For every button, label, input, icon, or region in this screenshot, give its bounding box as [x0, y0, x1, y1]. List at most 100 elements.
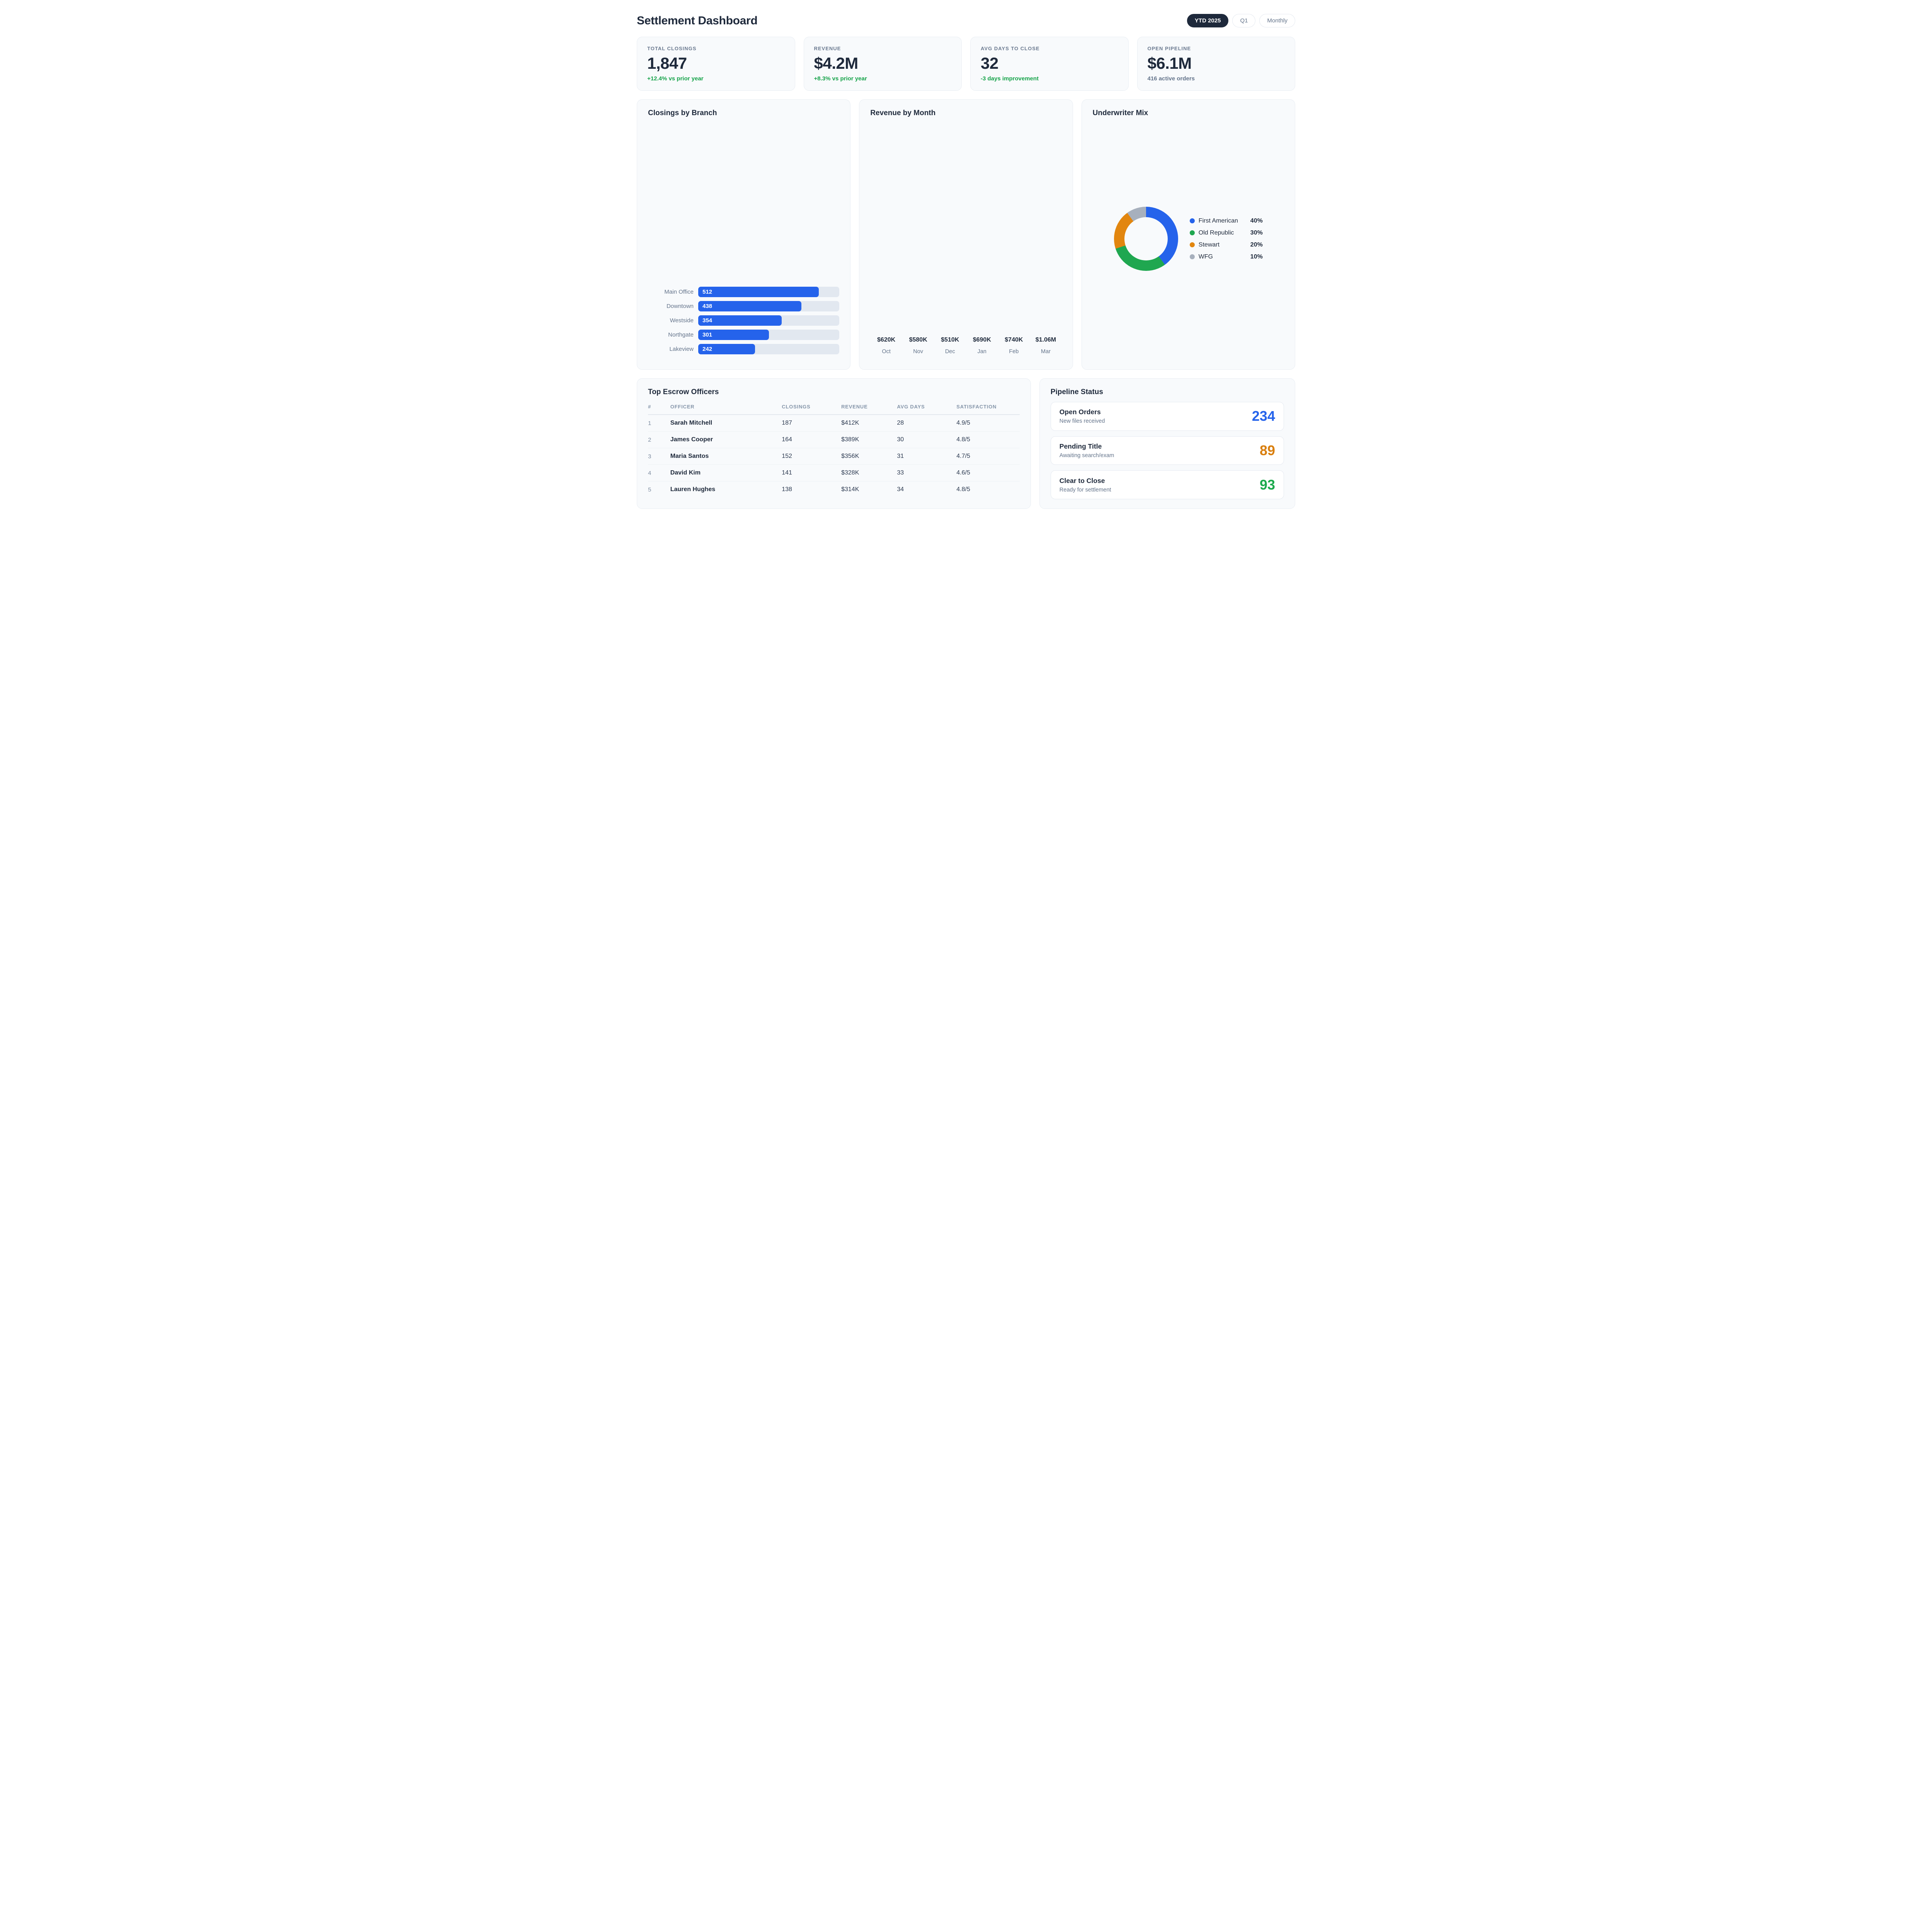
cell-avg-days: 28: [897, 415, 956, 432]
month-col-mar: $1.06M Mar: [1030, 337, 1062, 355]
kpi-label: OPEN PIPELINE: [1148, 46, 1285, 51]
bar-label: Westside: [648, 317, 694, 324]
donut-chart: [1114, 207, 1178, 271]
cell-closings: 138: [782, 481, 841, 498]
kpi-delta: +12.4% vs prior year: [647, 75, 785, 82]
bar-label: Lakeview: [648, 346, 694, 352]
bar-track: 242: [698, 344, 839, 354]
bar-row-northgate: Northgate 301: [648, 328, 839, 342]
revenue-by-month-card: Revenue by Month $620K Oct $580K Nov $51…: [859, 99, 1073, 370]
plot-area-empty: [870, 117, 1061, 337]
month-col-jan: $690K Jan: [966, 337, 998, 355]
cell-officer: Sarah Mitchell: [670, 415, 782, 432]
month-label: Dec: [934, 349, 966, 355]
pipeline-item-count: 89: [1260, 442, 1275, 459]
kpi-label: TOTAL CLOSINGS: [647, 46, 785, 51]
bar-track: 438: [698, 301, 839, 311]
column-header-rank: #: [648, 400, 670, 415]
kpi-label: AVG DAYS TO CLOSE: [981, 46, 1118, 51]
cell-avg-days: 33: [897, 465, 956, 481]
cell-avg-days: 31: [897, 448, 956, 465]
kpi-label: REVENUE: [814, 46, 952, 51]
cell-rank: 3: [648, 448, 670, 465]
bar-row-main-office: Main Office 512: [648, 285, 839, 299]
table-row: 4 David Kim 141 $328K 33 4.6/5: [648, 465, 1020, 481]
month-label: Nov: [902, 349, 934, 355]
pipeline-item-count: 93: [1260, 477, 1275, 493]
cell-avg-days: 34: [897, 481, 956, 498]
column-header-closings: CLOSINGS: [782, 400, 841, 415]
kpi-open-pipeline: OPEN PIPELINE $6.1M 416 active orders: [1137, 37, 1296, 91]
legend-row-wfg: WFG 10%: [1190, 253, 1263, 261]
legend-pct: 10%: [1250, 253, 1263, 260]
topbar: Settlement Dashboard YTD 2025 Q1 Monthly: [637, 14, 1295, 27]
time-filter-group: YTD 2025 Q1 Monthly: [1187, 14, 1295, 27]
plot-area-empty: [648, 117, 839, 285]
pipeline-item-count: 234: [1252, 408, 1275, 424]
revenue-month-labels: $620K Oct $580K Nov $510K Dec $690K Jan …: [870, 337, 1061, 360]
month-value: $1.06M: [1030, 337, 1062, 344]
bar-row-downtown: Downtown 438: [648, 299, 839, 313]
donut-area: First American 40% Old Republic 30% Stew…: [1093, 117, 1284, 360]
cell-officer: David Kim: [670, 465, 782, 481]
kpi-value: $6.1M: [1148, 55, 1285, 72]
table-row: 5 Lauren Hughes 138 $314K 34 4.8/5: [648, 481, 1020, 498]
bar-value: 354: [702, 317, 712, 324]
cell-revenue: $328K: [841, 465, 897, 481]
filter-monthly[interactable]: Monthly: [1259, 14, 1295, 27]
kpi-avg-days-to-close: AVG DAYS TO CLOSE 32 -3 days improvement: [970, 37, 1129, 91]
legend-dot-icon: [1190, 218, 1195, 223]
legend-name: WFG: [1199, 253, 1247, 260]
bar-row-westside: Westside 354: [648, 313, 839, 328]
kpi-value: $4.2M: [814, 55, 952, 72]
bar-label: Main Office: [648, 289, 694, 295]
cell-officer: Maria Santos: [670, 448, 782, 465]
month-value: $740K: [998, 337, 1030, 344]
page-title: Settlement Dashboard: [637, 14, 757, 27]
filter-q1[interactable]: Q1: [1232, 14, 1255, 27]
pipeline-list: Open Orders New files received 234 Pendi…: [1051, 402, 1284, 499]
cell-closings: 164: [782, 432, 841, 448]
legend-row-stewart: Stewart 20%: [1190, 241, 1263, 249]
cell-revenue: $389K: [841, 432, 897, 448]
pipeline-item-text: Clear to Close Ready for settlement: [1060, 477, 1111, 493]
pipeline-item-desc: New files received: [1060, 418, 1105, 424]
month-label: Jan: [966, 349, 998, 355]
month-col-nov: $580K Nov: [902, 337, 934, 355]
legend-pct: 20%: [1250, 242, 1263, 248]
cell-closings: 152: [782, 448, 841, 465]
legend-dot-icon: [1190, 254, 1195, 259]
legend-dot-icon: [1190, 230, 1195, 235]
bar-track: 512: [698, 287, 839, 297]
kpi-row: TOTAL CLOSINGS 1,847 +12.4% vs prior yea…: [637, 37, 1295, 91]
pipeline-status-card: Pipeline Status Open Orders New files re…: [1039, 378, 1295, 509]
month-label: Mar: [1030, 349, 1062, 355]
pipeline-item-pending-title: Pending Title Awaiting search/exam 89: [1051, 436, 1284, 465]
cell-revenue: $314K: [841, 481, 897, 498]
cell-satisfaction: 4.8/5: [956, 481, 1020, 498]
legend-name: First American: [1199, 218, 1247, 224]
kpi-delta: -3 days improvement: [981, 75, 1118, 82]
revenue-by-month-title: Revenue by Month: [870, 109, 1061, 117]
bar-value: 242: [702, 346, 712, 352]
cell-revenue: $356K: [841, 448, 897, 465]
table-row: 1 Sarah Mitchell 187 $412K 28 4.9/5: [648, 415, 1020, 432]
bar-value: 301: [702, 332, 712, 338]
table-row: 2 James Cooper 164 $389K 30 4.8/5: [648, 432, 1020, 448]
month-col-dec: $510K Dec: [934, 337, 966, 355]
kpi-revenue: REVENUE $4.2M +8.3% vs prior year: [804, 37, 962, 91]
kpi-delta: 416 active orders: [1148, 75, 1285, 82]
column-header-officer: OFFICER: [670, 400, 782, 415]
month-value: $580K: [902, 337, 934, 344]
bar-label: Northgate: [648, 332, 694, 338]
donut-hole: [1124, 217, 1168, 260]
legend-pct: 30%: [1250, 230, 1263, 236]
pipeline-item-open-orders: Open Orders New files received 234: [1051, 402, 1284, 431]
month-value: $510K: [934, 337, 966, 344]
column-header-satisfaction: SATISFACTION: [956, 400, 1020, 415]
bar-value: 438: [702, 303, 712, 310]
top-escrow-officers-title: Top Escrow Officers: [648, 388, 1020, 396]
filter-ytd-2025[interactable]: YTD 2025: [1187, 14, 1229, 27]
legend-dot-icon: [1190, 242, 1195, 247]
pipeline-item-name: Open Orders: [1060, 408, 1105, 416]
